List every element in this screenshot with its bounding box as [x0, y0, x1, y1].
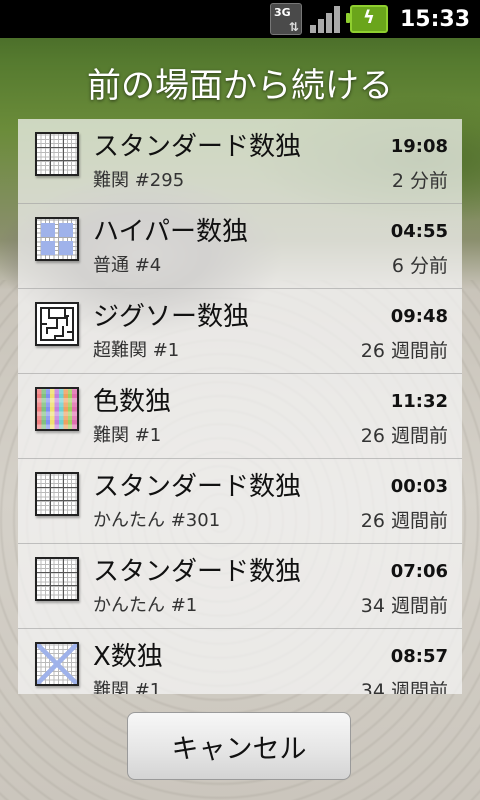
x-sudoku-grid-icon	[35, 642, 79, 686]
signal-strength-icon	[309, 4, 342, 34]
game-elapsed-time: 07:06	[390, 561, 448, 582]
standard-sudoku-grid-icon	[35, 472, 79, 516]
game-list-item[interactable]: スタンダード数独 難関 #295 19:08 2 分前	[18, 119, 462, 204]
game-difficulty: 普通 #4	[93, 255, 162, 276]
game-list-item[interactable]: ジグソー数独 超難関 #1 09:48 26 週間前	[18, 289, 462, 374]
cancel-button[interactable]: キャンセル	[127, 712, 351, 780]
game-name: ハイパー数独	[93, 217, 248, 247]
game-name: スタンダード数独	[93, 132, 302, 162]
game-last-played: 34 週間前	[360, 595, 448, 617]
game-elapsed-time: 04:55	[390, 221, 448, 242]
game-list-item[interactable]: 色数独 難関 #1 11:32 26 週間前	[18, 374, 462, 459]
game-difficulty: かんたん #1	[93, 595, 198, 616]
game-last-played: 26 週間前	[360, 340, 448, 362]
game-name: X数独	[93, 642, 163, 672]
game-elapsed-time: 11:32	[390, 391, 448, 412]
game-elapsed-time: 00:03	[390, 476, 448, 497]
standard-sudoku-grid-icon	[35, 132, 79, 176]
game-difficulty: 超難関 #1	[93, 340, 180, 361]
game-difficulty: 難関 #295	[93, 170, 185, 191]
game-last-played: 26 週間前	[360, 425, 448, 447]
standard-sudoku-grid-icon	[35, 557, 79, 601]
network-3g-icon: 3G	[269, 3, 302, 35]
game-difficulty: 難関 #1	[93, 425, 162, 446]
game-list-item[interactable]: ハイパー数独 普通 #4 04:55 6 分前	[18, 204, 462, 289]
game-elapsed-time: 09:48	[390, 306, 448, 327]
status-clock: 15:33	[399, 6, 470, 32]
network-label: 3G	[273, 6, 291, 19]
game-list-item[interactable]: X数独 難関 #1 08:57 34 週間前	[18, 629, 462, 694]
game-list-item[interactable]: スタンダード数独 かんたん #1 07:06 34 週間前	[18, 544, 462, 629]
saved-games-list[interactable]: スタンダード数独 難関 #295 19:08 2 分前 ハイパー数独 普通 #4…	[18, 119, 462, 694]
game-last-played: 26 週間前	[360, 510, 448, 532]
game-list-item[interactable]: スタンダード数独 かんたん #301 00:03 26 週間前	[18, 459, 462, 544]
game-last-played: 6 分前	[391, 255, 448, 277]
hyper-sudoku-grid-icon	[35, 217, 79, 261]
game-elapsed-time: 08:57	[390, 646, 448, 667]
game-name: スタンダード数独	[93, 472, 302, 502]
dialog-title: 前の場面から続ける	[87, 66, 393, 106]
color-sudoku-grid-icon	[35, 387, 79, 431]
game-difficulty: かんたん #301	[93, 510, 221, 531]
game-difficulty: 難関 #1	[93, 680, 162, 694]
status-bar: 3G 15:33	[0, 0, 480, 38]
battery-charging-icon	[345, 4, 388, 34]
game-name: スタンダード数独	[93, 557, 302, 587]
game-elapsed-time: 19:08	[390, 136, 448, 157]
game-name: 色数独	[93, 387, 172, 417]
game-name: ジグソー数独	[93, 302, 250, 332]
jigsaw-sudoku-grid-icon	[35, 302, 79, 346]
game-last-played: 34 週間前	[360, 680, 448, 694]
game-last-played: 2 分前	[391, 170, 448, 192]
